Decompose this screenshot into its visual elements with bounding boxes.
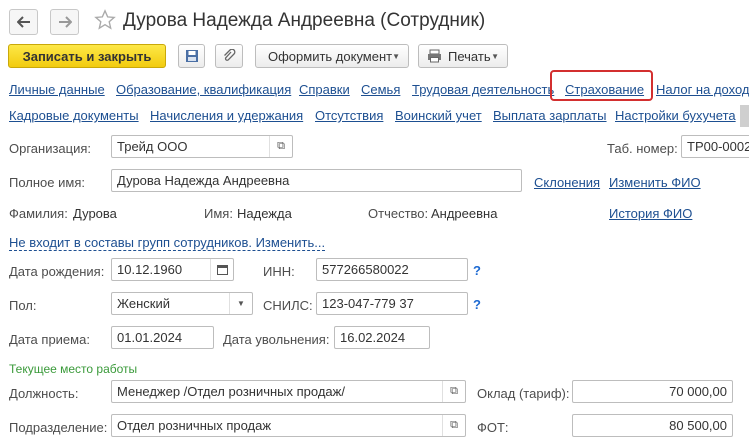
birth-date-value: 10.12.1960 <box>117 262 183 277</box>
gender-label: Пол: <box>9 298 37 313</box>
inn-label: ИНН: <box>263 264 295 279</box>
position-field[interactable]: Менеджер /Отдел розничных продаж/ ⧉ <box>111 380 466 403</box>
inn-value: 577266580022 <box>322 262 409 277</box>
tab-certificates[interactable]: Справки <box>299 82 350 97</box>
open-position-button[interactable]: ⧉ <box>442 381 465 402</box>
tab-accruals[interactable]: Начисления и удержания <box>150 108 303 123</box>
tab-family[interactable]: Семья <box>361 82 400 97</box>
department-label: Подразделение: <box>9 420 108 435</box>
open-form-icon: ⧉ <box>277 140 285 152</box>
dismissal-date-label: Дата увольнения: <box>223 332 330 347</box>
favorite-star-icon[interactable] <box>94 9 116 34</box>
birth-date-field[interactable]: 10.12.1960 <box>111 258 234 281</box>
save-button[interactable] <box>178 44 205 68</box>
gender-dropdown-button[interactable]: ▼ <box>229 293 252 314</box>
workplace-section-title: Текущее место работы <box>9 362 138 376</box>
groups-link[interactable]: Не входит в составы групп сотрудников. И… <box>9 235 326 251</box>
salary-label: Оклад (тариф): <box>477 386 570 401</box>
tab-salary-payment[interactable]: Выплата зарплаты <box>493 108 607 123</box>
snils-value: 123-047-779 37 <box>322 296 414 311</box>
hire-date-value: 01.01.2024 <box>117 330 183 345</box>
tab-personal-data[interactable]: Личные данные <box>9 82 105 97</box>
tab-military[interactable]: Воинский учет <box>395 108 482 123</box>
department-field[interactable]: Отдел розничных продаж ⧉ <box>111 414 466 437</box>
snils-help-icon[interactable]: ? <box>473 297 481 312</box>
name-value: Надежда <box>237 206 292 221</box>
fot-label: ФОТ: <box>477 420 509 435</box>
name-label: Имя: <box>204 206 233 221</box>
snils-field[interactable]: 123-047-779 37 <box>316 292 468 315</box>
paperclip-icon <box>224 49 236 61</box>
position-label: Должность: <box>9 386 79 401</box>
patronymic-value: Андреевна <box>431 206 498 221</box>
printer-icon <box>428 49 441 63</box>
dropdown-arrow-icon: ▼ <box>392 52 400 61</box>
full-name-value: Дурова Надежда Андреевна <box>117 173 290 188</box>
dropdown-arrow-icon: ▼ <box>491 52 499 61</box>
position-value: Менеджер /Отдел розничных продаж/ <box>117 384 345 399</box>
open-form-icon: ⧉ <box>450 385 458 397</box>
department-value: Отдел розничных продаж <box>117 418 272 433</box>
fot-field[interactable]: 80 500,00 <box>572 414 733 437</box>
floppy-disk-icon <box>185 50 198 62</box>
save-close-button[interactable]: Записать и закрыть <box>8 44 166 68</box>
open-organization-button[interactable]: ⧉ <box>269 136 292 157</box>
organization-label: Организация: <box>9 141 92 156</box>
birth-date-calendar-button[interactable] <box>210 259 233 280</box>
change-name-link[interactable]: Изменить ФИО <box>609 175 701 190</box>
print-label: Печать <box>448 48 491 64</box>
tab-absences[interactable]: Отсутствия <box>315 108 383 123</box>
birth-date-label: Дата рождения: <box>9 264 105 279</box>
tab-income-tax[interactable]: Налог на доход <box>656 82 749 97</box>
window-title: Дурова Надежда Андреевна (Сотрудник) <box>123 10 486 31</box>
forward-button[interactable] <box>50 9 79 35</box>
gender-value: Женский <box>117 296 170 311</box>
highlight-box <box>550 70 653 101</box>
tab-number-value: ТР00-0002 <box>687 139 749 154</box>
create-document-button[interactable]: Оформить документ ▼ <box>255 44 409 68</box>
attach-button[interactable] <box>215 44 243 68</box>
fot-value: 80 500,00 <box>669 418 727 433</box>
surname-value: Дурова <box>73 206 117 221</box>
full-name-label: Полное имя: <box>9 175 85 190</box>
tab-hr-documents[interactable]: Кадровые документы <box>9 108 139 123</box>
print-button[interactable]: Печать ▼ <box>418 44 508 68</box>
patronymic-label: Отчество: <box>368 206 429 221</box>
arrow-right-icon <box>58 16 72 28</box>
organization-field[interactable]: Трейд ООО ⧉ <box>111 135 293 158</box>
inn-field[interactable]: 577266580022 <box>316 258 468 281</box>
full-name-field[interactable]: Дурова Надежда Андреевна <box>111 169 522 192</box>
tab-number-label: Таб. номер: <box>607 141 678 156</box>
tab-number-field[interactable]: ТР00-0002 <box>681 135 749 158</box>
open-department-button[interactable]: ⧉ <box>442 415 465 436</box>
tab-accounting-settings[interactable]: Настройки бухучета <box>615 108 736 123</box>
create-document-label: Оформить документ <box>268 48 393 64</box>
tab-work-history[interactable]: Трудовая деятельность <box>412 82 554 97</box>
scroll-indicator[interactable] <box>740 105 749 127</box>
calendar-icon <box>216 265 228 275</box>
hire-date-label: Дата приема: <box>9 332 90 347</box>
gender-select[interactable]: Женский ▼ <box>111 292 253 315</box>
open-form-icon: ⧉ <box>450 419 458 431</box>
tab-education[interactable]: Образование, квалификация <box>116 82 291 97</box>
organization-value: Трейд ООО <box>117 139 188 154</box>
back-button[interactable] <box>9 9 38 35</box>
inn-help-icon[interactable]: ? <box>473 263 481 278</box>
surname-label: Фамилия: <box>9 206 68 221</box>
name-history-link[interactable]: История ФИО <box>609 206 692 221</box>
chevron-down-icon: ▼ <box>237 299 245 308</box>
dismissal-date-value: 16.02.2024 <box>340 330 406 345</box>
snils-label: СНИЛС: <box>263 298 313 313</box>
salary-field[interactable]: 70 000,00 <box>572 380 733 403</box>
hire-date-field[interactable]: 01.01.2024 <box>111 326 214 349</box>
declensions-link[interactable]: Склонения <box>534 175 600 190</box>
dismissal-date-field[interactable]: 16.02.2024 <box>334 326 430 349</box>
arrow-left-icon <box>16 16 30 28</box>
salary-value: 70 000,00 <box>669 384 727 399</box>
